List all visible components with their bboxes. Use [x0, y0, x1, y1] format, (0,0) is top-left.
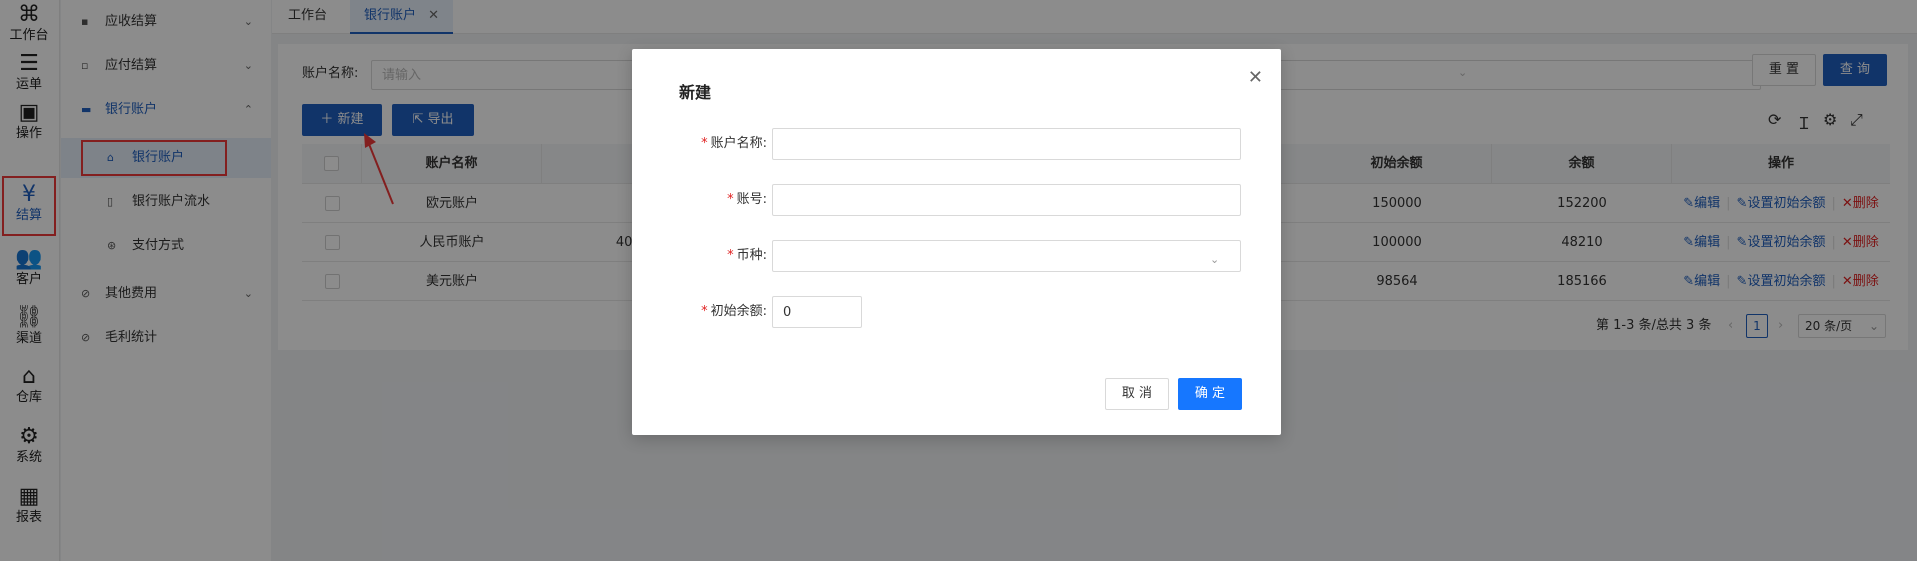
account-number-input[interactable]: [772, 184, 1241, 216]
cancel-button[interactable]: 取 消: [1105, 378, 1169, 410]
close-icon[interactable]: ✕: [1248, 67, 1263, 88]
required-mark: *: [727, 248, 734, 263]
currency-select[interactable]: [772, 240, 1241, 272]
label-text: 账户名称:: [710, 136, 767, 151]
new-account-modal: 新建 ✕ *账户名称: *账号: *币种: ⌄ *初始余额: 取 消 确 定: [632, 49, 1281, 435]
label-text: 币种:: [736, 248, 767, 263]
modal-title: 新建: [679, 83, 712, 102]
initial-balance-label: * 初始余额:: [632, 296, 767, 328]
required-mark: *: [701, 304, 708, 319]
account-name-input[interactable]: [772, 128, 1241, 160]
required-mark: *: [701, 136, 708, 151]
currency-label: * 币种:: [632, 240, 767, 272]
label-text: 账号:: [736, 192, 767, 207]
account-number-label: * 账号:: [632, 184, 767, 216]
initial-balance-input[interactable]: [772, 296, 862, 328]
confirm-button[interactable]: 确 定: [1178, 378, 1242, 410]
required-mark: *: [727, 192, 734, 207]
account-name-label: * 账户名称:: [632, 128, 767, 160]
label-text: 初始余额:: [710, 304, 767, 319]
chevron-down-icon: ⌄: [1210, 253, 1220, 266]
